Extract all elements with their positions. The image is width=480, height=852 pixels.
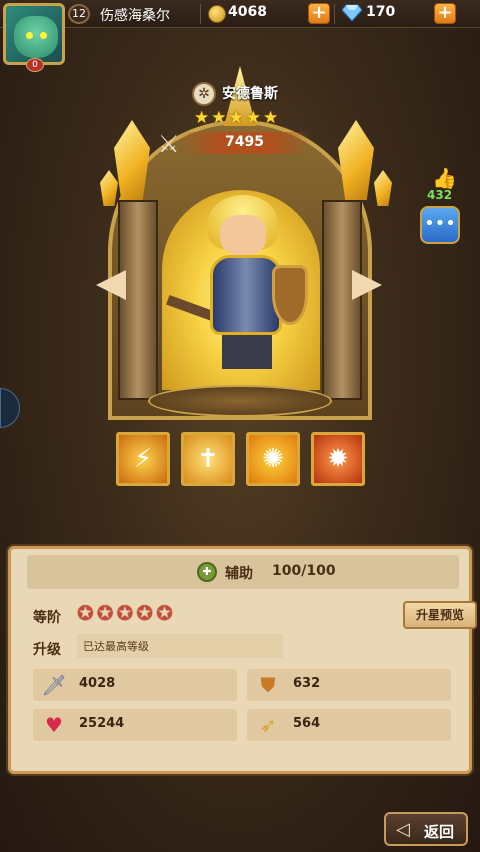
skill-bar: ⚡ ✝ ✺ ✹	[116, 432, 365, 486]
side-menu-tab[interactable]	[0, 388, 20, 428]
upgrade-status-box: 已达最高等级	[77, 634, 283, 658]
star-icon: ★	[194, 108, 210, 128]
upgrade-status: 已达最高等级	[83, 640, 149, 653]
hero-face	[220, 215, 266, 255]
speed-value: 564	[293, 716, 321, 731]
hero-stars: ★ ★ ★ ★ ★	[194, 108, 278, 128]
diamond-icon	[342, 4, 362, 22]
player-avatar[interactable]	[3, 3, 65, 65]
star-preview-button[interactable]: 升星预览	[403, 601, 477, 629]
stat-defense: ⛊ 632	[247, 669, 451, 701]
player-level: 12	[68, 4, 90, 24]
chat-icon[interactable]: •••	[420, 206, 460, 244]
back-label: 返回	[424, 823, 455, 841]
like-count: 432	[427, 188, 453, 202]
hero-power: 7495	[225, 134, 264, 150]
avatar-monster-icon	[14, 16, 58, 58]
back-arrow-icon: ◁	[396, 819, 410, 840]
upgrade-label: 升级	[33, 642, 61, 658]
gold-amount: 4068	[228, 4, 267, 20]
support-class-icon: ✚	[197, 562, 217, 582]
skill-claw-icon[interactable]: ⚡	[116, 432, 170, 486]
skill-sword-icon[interactable]: ✝	[181, 432, 235, 486]
star-icon: ★	[245, 108, 261, 128]
stat-hp: ♥ 25244	[33, 709, 237, 741]
crossed-swords-icon: ⚔	[158, 130, 180, 158]
rank-star-icon: ✪	[136, 601, 154, 625]
player-name: 伤感海桑尔	[100, 8, 170, 24]
hero-scene: 0 12 伤感海桑尔 4068 + 170 + ✲ 安德鲁斯 ★ ★ ★ ★ ★…	[0, 0, 480, 852]
add-diamond-button[interactable]: +	[434, 3, 456, 24]
class-label: 辅助	[225, 566, 253, 582]
hero-faction-icon: ✲	[192, 82, 216, 106]
hero-pedestal	[148, 385, 332, 417]
add-gold-button[interactable]: +	[308, 3, 330, 24]
gold-coin-icon	[208, 5, 226, 23]
rank-stars: ✪ ✪ ✪ ✪ ✪	[77, 601, 173, 625]
rank-star-icon: ✪	[156, 601, 173, 625]
class-count: 100/100	[272, 563, 336, 579]
avatar-eye-icon	[26, 32, 33, 39]
crystal-icon	[100, 170, 118, 206]
rank-label: 等阶	[33, 610, 61, 626]
avatar-eye-icon	[40, 32, 47, 39]
skill-burst-icon[interactable]: ✺	[246, 432, 300, 486]
hero-shield	[272, 265, 308, 325]
hero-name: 安德鲁斯	[222, 86, 278, 102]
back-button[interactable]: ◁ 返回	[384, 812, 468, 846]
hp-value: 25244	[79, 716, 125, 731]
star-icon: ★	[228, 108, 244, 128]
rank-star-icon: ✪	[77, 601, 94, 625]
hero-info-panel: ✚ 辅助 100/100 等阶 ✪ ✪ ✪ ✪ ✪ 升星预览 升级 已达最高等级…	[8, 546, 477, 774]
shield-icon: ⛊	[260, 673, 276, 697]
thumbs-up-icon[interactable]: 👍	[432, 166, 457, 190]
skill-flame-icon[interactable]: ✹	[311, 432, 365, 486]
class-row: ✚ 辅助 100/100	[27, 555, 459, 589]
rank-star-icon: ✪	[96, 601, 114, 625]
shrine-pillar-right	[322, 200, 362, 400]
shrine-pillar-left	[118, 200, 158, 400]
wing-icon: ➶	[259, 713, 277, 737]
divider	[334, 4, 335, 24]
defense-value: 632	[293, 676, 321, 691]
attack-value: 4028	[79, 676, 116, 691]
stat-speed: ➶ 564	[247, 709, 451, 741]
rank-star-icon: ✪	[116, 601, 134, 625]
stat-attack: 🗡 4028	[33, 669, 237, 701]
sword-icon: 🗡	[41, 673, 67, 697]
diamond-amount: 170	[366, 4, 396, 20]
star-icon: ★	[263, 108, 279, 128]
heart-icon: ♥	[45, 713, 63, 737]
crystal-icon	[374, 170, 392, 206]
divider	[200, 4, 201, 24]
star-icon: ★	[211, 108, 227, 128]
hero-character[interactable]	[166, 195, 310, 375]
hero-legs	[222, 333, 272, 369]
vip-badge: 0	[26, 58, 44, 72]
